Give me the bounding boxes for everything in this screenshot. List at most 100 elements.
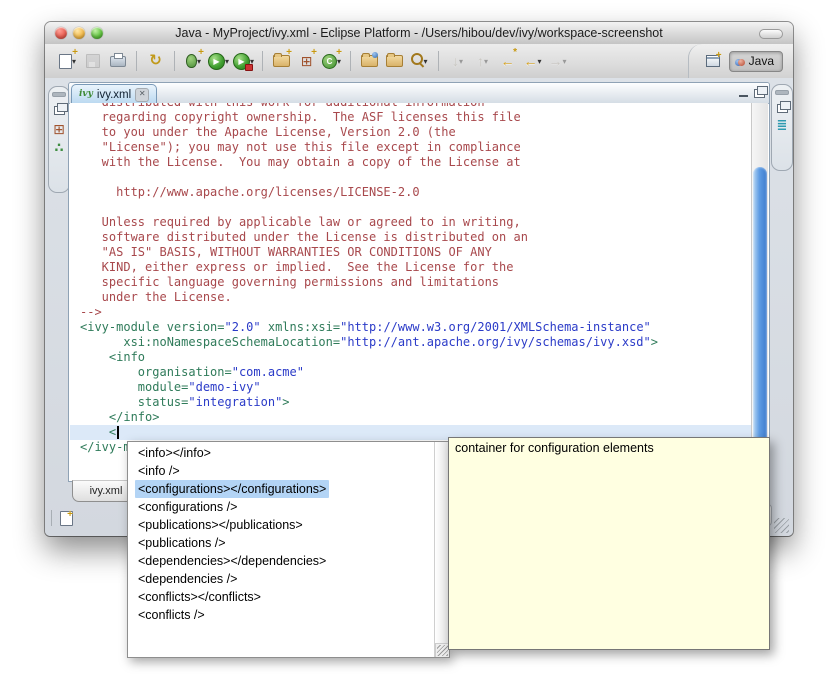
last-edit-location-button[interactable]: ←* [496,48,519,74]
fast-view-bar: + [51,510,74,526]
content-assist-item[interactable]: <publications></publications> [128,516,435,534]
code-line[interactable]: <ivy-module version="2.0" xmlns:xsi="htt… [80,320,768,335]
code-line[interactable]: </info> [80,410,768,425]
code-line[interactable]: KIND, either express or implied. See the… [80,260,768,275]
close-icon[interactable]: ✕ [135,88,149,102]
minimize-window-button[interactable] [73,27,85,39]
code-line[interactable]: distributed with this work for additiona… [80,103,768,110]
debug-button[interactable]: +▾ [182,48,205,74]
content-assist-item[interactable]: <dependencies /> [128,570,435,588]
content-assist-doc-tooltip: container for configuration elements [448,437,770,650]
code-line[interactable]: status="integration"> [80,395,768,410]
editor-scrollbar[interactable]: ▲▼ [751,103,768,481]
toolbar-separator [350,51,351,71]
code-line[interactable]: "License"); you may not use this file ex… [80,140,768,155]
back-button[interactable]: ←▾ [521,48,544,74]
toolbar-toggle-button[interactable] [759,29,783,39]
code-area[interactable]: distributed with this work for additiona… [70,103,768,455]
code-line[interactable]: regarding copyright ownership. The ASF l… [80,110,768,125]
bottom-editor-tab-label: ivy.xml [90,485,123,497]
content-assist-item[interactable]: <info></info> [128,444,435,462]
toolbar-separator [174,51,175,71]
new-wizard-button[interactable]: +▾ [56,48,79,74]
doc-tooltip-text: container for configuration elements [455,441,654,455]
screenshot-page: Java - MyProject/ivy.xml - Eclipse Platf… [0,0,833,692]
right-view-trim: ≣ [771,84,793,171]
perspective-bar: + Java [688,44,793,78]
next-annotation-button[interactable]: ↓▾ [446,48,469,74]
code-line[interactable]: to you under the Apache License, Version… [80,125,768,140]
print-button[interactable] [106,48,129,74]
content-assist-item[interactable]: <info /> [128,462,435,480]
code-line[interactable]: specific language governing permissions … [80,275,768,290]
java-perspective-button[interactable]: Java [729,51,783,72]
trim-drag-handle[interactable] [775,90,789,95]
toolbar-groups: +▾↻+▾▶▾▶▾+⊞+C+▾▾↓▾↑▾←*←▾→▾ [45,48,688,74]
plus-icon: + [716,52,722,60]
open-perspective-button[interactable]: + [703,51,723,71]
code-line[interactable] [80,170,768,185]
content-assist-popup: <info></info><info /><configurations></c… [127,441,450,658]
left-view-trim: ⊞ ∴ [48,86,70,193]
trim-drag-handle[interactable] [52,92,66,97]
new-java-project-button[interactable]: + [270,48,293,74]
toolbar-separator [438,51,439,71]
restore-views-icon[interactable] [777,104,788,113]
ivy-logo-icon: ivy [79,90,93,99]
divider [51,510,52,526]
java-perspective-label: Java [749,54,774,68]
content-assist-item[interactable]: <configurations /> [128,498,435,516]
external-tools-button[interactable]: ▶▾ [232,48,255,74]
open-type-button[interactable] [358,48,381,74]
code-line[interactable]: organisation="com.acme" [80,365,768,380]
editor-tab-ivy-xml[interactable]: ivy ivy.xml ✕ [71,84,157,104]
search-button[interactable]: ▾ [408,48,431,74]
zoom-window-button[interactable] [91,27,103,39]
content-assist-item[interactable]: <dependencies></dependencies> [128,552,435,570]
plus-icon: + [67,511,73,519]
refresh-button[interactable]: ↻ [144,48,167,74]
scrollbar-thumb[interactable] [753,167,767,447]
restore-views-icon[interactable] [54,106,65,115]
java-perspective-icon [735,54,745,69]
content-assist-item[interactable]: <conflicts></conflicts> [128,588,435,606]
save-button[interactable] [81,48,104,74]
code-line[interactable]: software distributed under the License i… [80,230,768,245]
editor-tab-label: ivy.xml [97,89,131,101]
editor-viewport[interactable]: distributed with this work for additiona… [70,103,768,481]
code-line[interactable]: module="demo-ivy" [80,380,768,395]
content-assist-scrollbar[interactable] [434,442,449,657]
new-class-button[interactable]: C+▾ [320,48,343,74]
window-resize-grip[interactable] [774,518,789,533]
code-line[interactable]: <info [80,350,768,365]
forward-button[interactable]: →▾ [546,48,569,74]
code-line[interactable]: Unless required by applicable law or agr… [80,215,768,230]
code-line[interactable]: --> [80,305,768,320]
code-line[interactable]: with the License. You may obtain a copy … [80,155,768,170]
content-assist-item[interactable]: <publications /> [128,534,435,552]
code-line[interactable]: under the License. [80,290,768,305]
run-button[interactable]: ▶▾ [207,48,230,74]
code-line[interactable]: "AS IS" BASIS, WITHOUT WARRANTIES OR CON… [80,245,768,260]
code-line[interactable]: xsi:noNamespaceSchemaLocation="http://an… [80,335,768,350]
popup-resize-grip[interactable] [435,643,449,657]
toolbar-separator [136,51,137,71]
new-wizard-icon[interactable]: + [58,510,74,526]
toolbar-separator [262,51,263,71]
code-line[interactable]: http://www.apache.org/licenses/LICENSE-2… [80,185,768,200]
minimize-editor-icon[interactable] [739,95,748,97]
content-assist-list: <info></info><info /><configurations></c… [128,444,435,655]
content-assist-item[interactable]: <conflicts /> [128,606,435,624]
outline-view-icon[interactable]: ≣ [777,120,788,130]
code-line[interactable] [80,200,768,215]
close-window-button[interactable] [55,27,67,39]
type-hierarchy-icon[interactable]: ∴ [54,143,63,153]
titlebar[interactable]: Java - MyProject/ivy.xml - Eclipse Platf… [45,22,793,45]
maximize-editor-icon[interactable] [754,89,765,98]
content-assist-item[interactable]: <configurations></configurations> [128,480,435,498]
text-caret [117,426,119,439]
new-package-button[interactable]: ⊞+ [295,48,318,74]
package-explorer-icon[interactable]: ⊞ [53,122,65,136]
previous-annotation-button[interactable]: ↑▾ [471,48,494,74]
open-resource-button[interactable] [383,48,406,74]
